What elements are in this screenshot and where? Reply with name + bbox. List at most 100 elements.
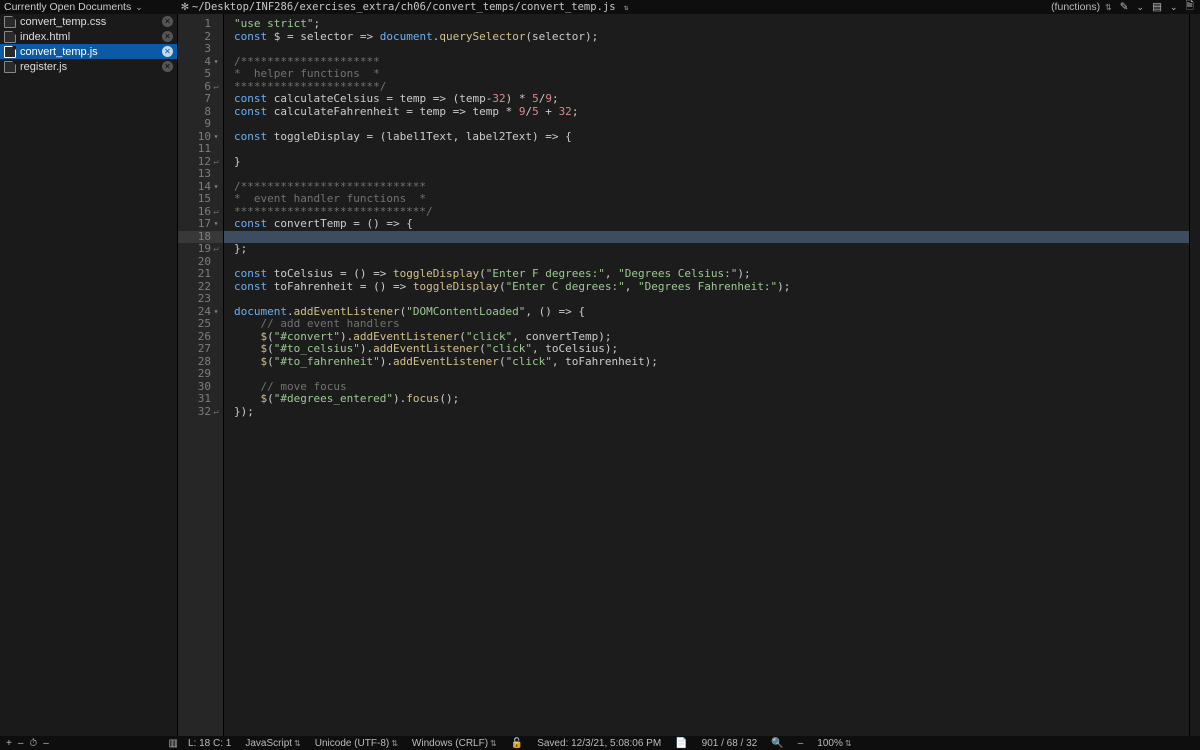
- gutter-line[interactable]: 11: [178, 143, 223, 156]
- token-op: {: [578, 305, 585, 318]
- fold-toggle-icon[interactable]: ▾: [211, 131, 221, 144]
- gutter-line[interactable]: 21: [178, 268, 223, 281]
- token-op: });: [234, 405, 254, 418]
- history-icon[interactable]: ⏱: [29, 738, 37, 749]
- code-area[interactable]: "use strict";const $ = selector => docum…: [224, 14, 1189, 736]
- gutter-line[interactable]: 6↵: [178, 81, 223, 94]
- token-op: );: [737, 267, 750, 280]
- sidebar-toggle-icon[interactable]: ▤: [1152, 1, 1162, 13]
- code-line[interactable]: const toFahrenheit = () => toggleDisplay…: [234, 281, 1189, 294]
- gutter[interactable]: 1234▾56↵78910▾1112↵1314▾1516↵17▾1819↵202…: [178, 14, 224, 736]
- token-op: (: [499, 355, 506, 368]
- file-path-dropdown[interactable]: ~/Desktop/INF286/exercises_extra/ch06/co…: [192, 1, 1051, 13]
- open-documents-sidebar: convert_temp.css✕index.html✕convert_temp…: [0, 14, 178, 736]
- fold-toggle-icon[interactable]: ▾: [211, 218, 221, 231]
- code-line[interactable]: [234, 143, 1189, 156]
- token-op: calculateCelsius: [267, 92, 386, 105]
- gutter-line[interactable]: 19↵: [178, 243, 223, 256]
- gutter-line[interactable]: 13: [178, 168, 223, 181]
- code-line[interactable]: const toggleDisplay = (label1Text, label…: [234, 131, 1189, 144]
- chevron-down-icon[interactable]: ⌄: [1170, 2, 1178, 13]
- token-op: ) *: [506, 92, 533, 105]
- remove-button[interactable]: –: [18, 738, 24, 749]
- search-icon[interactable]: 🔍: [771, 738, 783, 749]
- language-dropdown[interactable]: JavaScript⇅: [245, 738, 300, 749]
- token-op: , (): [525, 305, 558, 318]
- vertical-scrollbar[interactable]: [1189, 14, 1200, 736]
- code-line[interactable]: $("#to_fahrenheit").addEventListener("cl…: [234, 356, 1189, 369]
- code-line[interactable]: [234, 368, 1189, 381]
- remove-button[interactable]: –: [43, 738, 49, 749]
- token-op: toCelsius: [267, 267, 340, 280]
- line-endings-dropdown[interactable]: Windows (CRLF)⇅: [412, 738, 497, 749]
- close-icon[interactable]: ✕: [162, 31, 173, 42]
- gear-icon[interactable]: ✻: [178, 2, 192, 13]
- gutter-line[interactable]: 5: [178, 68, 223, 81]
- sidebar-document-item[interactable]: index.html✕: [0, 29, 177, 44]
- close-icon[interactable]: ✕: [162, 61, 173, 72]
- token-kw: document: [234, 305, 287, 318]
- gutter-line[interactable]: 9: [178, 118, 223, 131]
- gutter-line[interactable]: 32↵: [178, 406, 223, 419]
- token-op: (): [360, 217, 387, 230]
- sidebar-document-item[interactable]: convert_temp.css✕: [0, 14, 177, 29]
- gutter-line[interactable]: 1: [178, 18, 223, 31]
- code-line[interactable]: [224, 231, 1189, 244]
- view-toggle-icon[interactable]: ▥: [169, 738, 178, 749]
- token-op: =>: [373, 267, 393, 280]
- code-line[interactable]: };: [234, 243, 1189, 256]
- line-number: 31: [189, 393, 211, 406]
- open-documents-label: Currently Open Documents: [4, 1, 131, 13]
- pen-icon[interactable]: ✎: [1120, 1, 1129, 13]
- updown-icon: ⇅: [490, 739, 497, 748]
- gutter-line[interactable]: 27: [178, 343, 223, 356]
- lock-icon[interactable]: 🔓: [511, 738, 523, 749]
- fold-toggle-icon[interactable]: ▾: [211, 306, 221, 319]
- code-line[interactable]: }: [234, 156, 1189, 169]
- token-cm: // add event handlers: [261, 317, 400, 330]
- encoding-dropdown[interactable]: Unicode (UTF-8)⇅: [315, 738, 398, 749]
- token-op: (): [347, 267, 374, 280]
- token-op: (: [459, 330, 466, 343]
- open-documents-dropdown[interactable]: Currently Open Documents ⌄: [0, 1, 178, 13]
- sidebar-document-item[interactable]: register.js✕: [0, 59, 177, 74]
- fold-toggle-icon[interactable]: ▾: [211, 56, 221, 69]
- gutter-line[interactable]: 17▾: [178, 218, 223, 231]
- line-endings-label: Windows (CRLF): [412, 738, 488, 749]
- token-num-lit: 32: [492, 92, 505, 105]
- token-str: "Enter C degrees:": [506, 280, 625, 293]
- token-fn: addEventListener: [294, 305, 400, 318]
- token-str: "Degrees Fahrenheit:": [638, 280, 777, 293]
- gutter-line[interactable]: 7: [178, 93, 223, 106]
- zoom-out-button[interactable]: –: [798, 738, 804, 749]
- token-op: };: [234, 242, 247, 255]
- editor[interactable]: 1234▾56↵78910▾1112↵1314▾1516↵17▾1819↵202…: [178, 14, 1200, 736]
- add-button[interactable]: +: [6, 738, 12, 749]
- gutter-line[interactable]: 15: [178, 193, 223, 206]
- code-line[interactable]: $("#degrees_entered").focus();: [234, 393, 1189, 406]
- gutter-line[interactable]: 23: [178, 293, 223, 306]
- functions-dropdown[interactable]: (functions) ⇅: [1051, 1, 1112, 13]
- code-line[interactable]: const calculateFahrenheit = temp => temp…: [234, 106, 1189, 119]
- zoom-dropdown[interactable]: 100%⇅: [817, 738, 851, 749]
- code-line[interactable]: const convertTemp = () => {: [234, 218, 1189, 231]
- close-icon[interactable]: ✕: [162, 16, 173, 27]
- sidebar-document-item[interactable]: convert_temp.js✕: [0, 44, 177, 59]
- gutter-line[interactable]: 4▾: [178, 56, 223, 69]
- line-number: 21: [189, 268, 211, 281]
- code-line[interactable]: });: [234, 406, 1189, 419]
- gutter-line[interactable]: 3: [178, 43, 223, 56]
- gutter-line[interactable]: 2: [178, 31, 223, 44]
- fold-toggle-icon[interactable]: ▾: [211, 181, 221, 194]
- gutter-line[interactable]: 25: [178, 318, 223, 331]
- gutter-line[interactable]: 31: [178, 393, 223, 406]
- close-icon[interactable]: ✕: [162, 46, 173, 57]
- gutter-line[interactable]: 8: [178, 106, 223, 119]
- token-op: ();: [439, 392, 459, 405]
- gutter-line[interactable]: 29: [178, 368, 223, 381]
- chevron-down-icon[interactable]: ⌄: [1137, 2, 1145, 13]
- code-line[interactable]: const $ = selector => document.querySele…: [234, 31, 1189, 44]
- line-number: 3: [189, 43, 211, 56]
- token-kw: const: [234, 105, 267, 118]
- token-op: [234, 380, 261, 393]
